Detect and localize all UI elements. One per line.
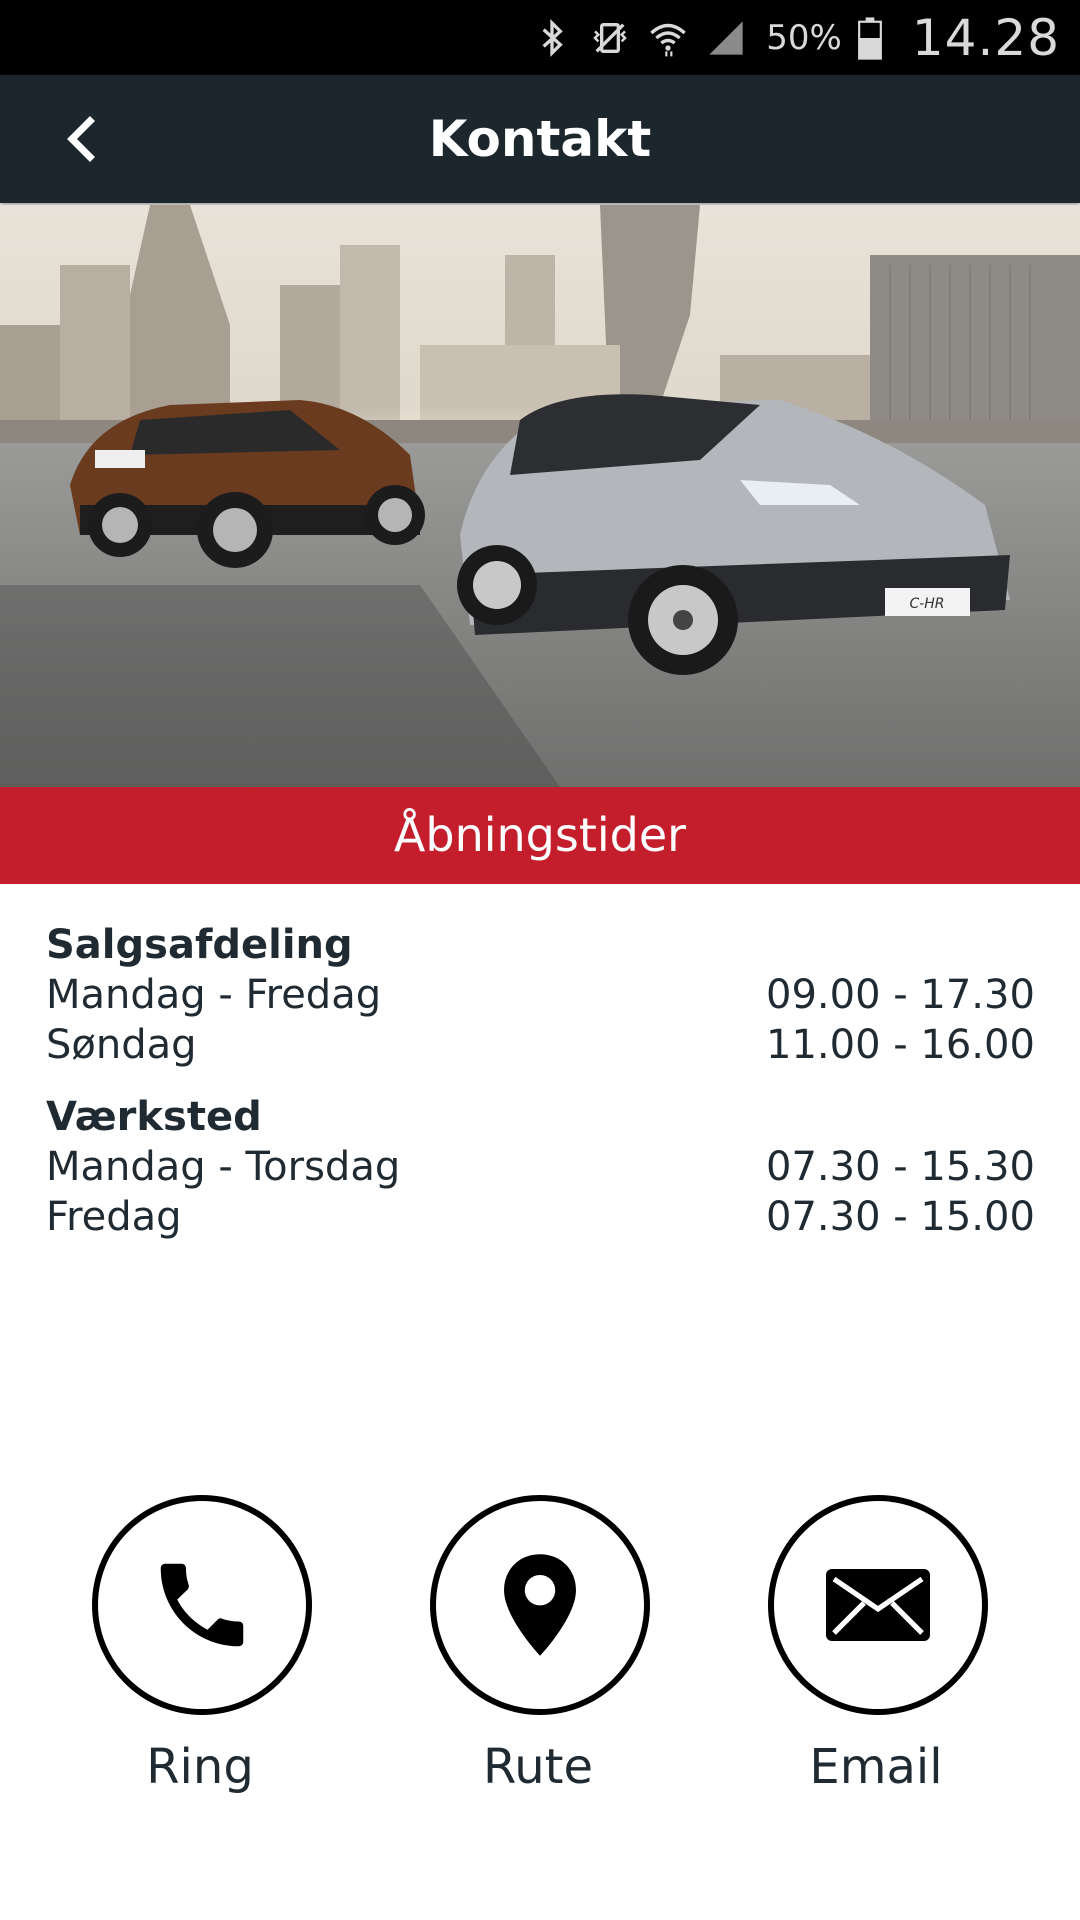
time-label: 07.30 - 15.30 [766, 1144, 1035, 1190]
time-label: 09.00 - 17.30 [766, 972, 1035, 1018]
phone-icon [160, 1563, 244, 1647]
day-label: Mandag - Torsdag [46, 1144, 401, 1190]
plate-text: C-HR [909, 596, 944, 612]
email-label: Email [809, 1739, 943, 1795]
call-label: Ring [146, 1739, 254, 1795]
hero-image: C-HR [0, 205, 1080, 787]
wifi-icon [646, 16, 690, 60]
route-circle[interactable] [430, 1495, 650, 1715]
battery-icon [848, 16, 892, 60]
envelope-icon [826, 1569, 930, 1641]
bluetooth-icon [530, 16, 574, 60]
opening-hours-banner: Åbningstider [0, 787, 1080, 884]
hours-row: Mandag - Torsdag 07.30 - 15.30 [46, 1142, 1036, 1192]
signal-icon [704, 16, 748, 60]
workshop-section: Værksted Mandag - Torsdag 07.30 - 15.30 … [46, 1092, 1036, 1242]
app-bar: Kontakt [0, 75, 1080, 203]
time-label: 11.00 - 16.00 [766, 1022, 1035, 1068]
call-button[interactable]: Ring [92, 1495, 312, 1795]
vibrate-icon [588, 16, 632, 60]
day-label: Fredag [46, 1194, 182, 1240]
location-pin-icon [504, 1554, 576, 1656]
email-circle[interactable] [768, 1495, 988, 1715]
hours-row: Mandag - Fredag 09.00 - 17.30 [46, 970, 1036, 1020]
route-button[interactable]: Rute [430, 1495, 650, 1795]
status-bar: 50% 14.28 [0, 0, 1080, 75]
sales-section: Salgsafdeling Mandag - Fredag 09.00 - 17… [46, 920, 1036, 1070]
route-label: Rute [483, 1739, 593, 1795]
hours-row: Fredag 07.30 - 15.00 [46, 1192, 1036, 1242]
email-button[interactable]: Email [768, 1495, 988, 1795]
section-title: Værksted [46, 1094, 262, 1140]
page-title: Kontakt [428, 110, 652, 168]
day-label: Søndag [46, 1022, 197, 1068]
battery-percent: 50% [766, 17, 842, 58]
time-label: 07.30 - 15.00 [766, 1194, 1035, 1240]
day-label: Mandag - Fredag [46, 972, 382, 1018]
opening-hours: Salgsafdeling Mandag - Fredag 09.00 - 17… [46, 920, 1036, 1264]
call-circle[interactable] [92, 1495, 312, 1715]
clock: 14.28 [911, 8, 1060, 67]
contact-actions: Ring Rute Email [0, 1495, 1080, 1815]
hours-row: Søndag 11.00 - 16.00 [46, 1020, 1036, 1070]
section-title: Salgsafdeling [46, 922, 353, 968]
